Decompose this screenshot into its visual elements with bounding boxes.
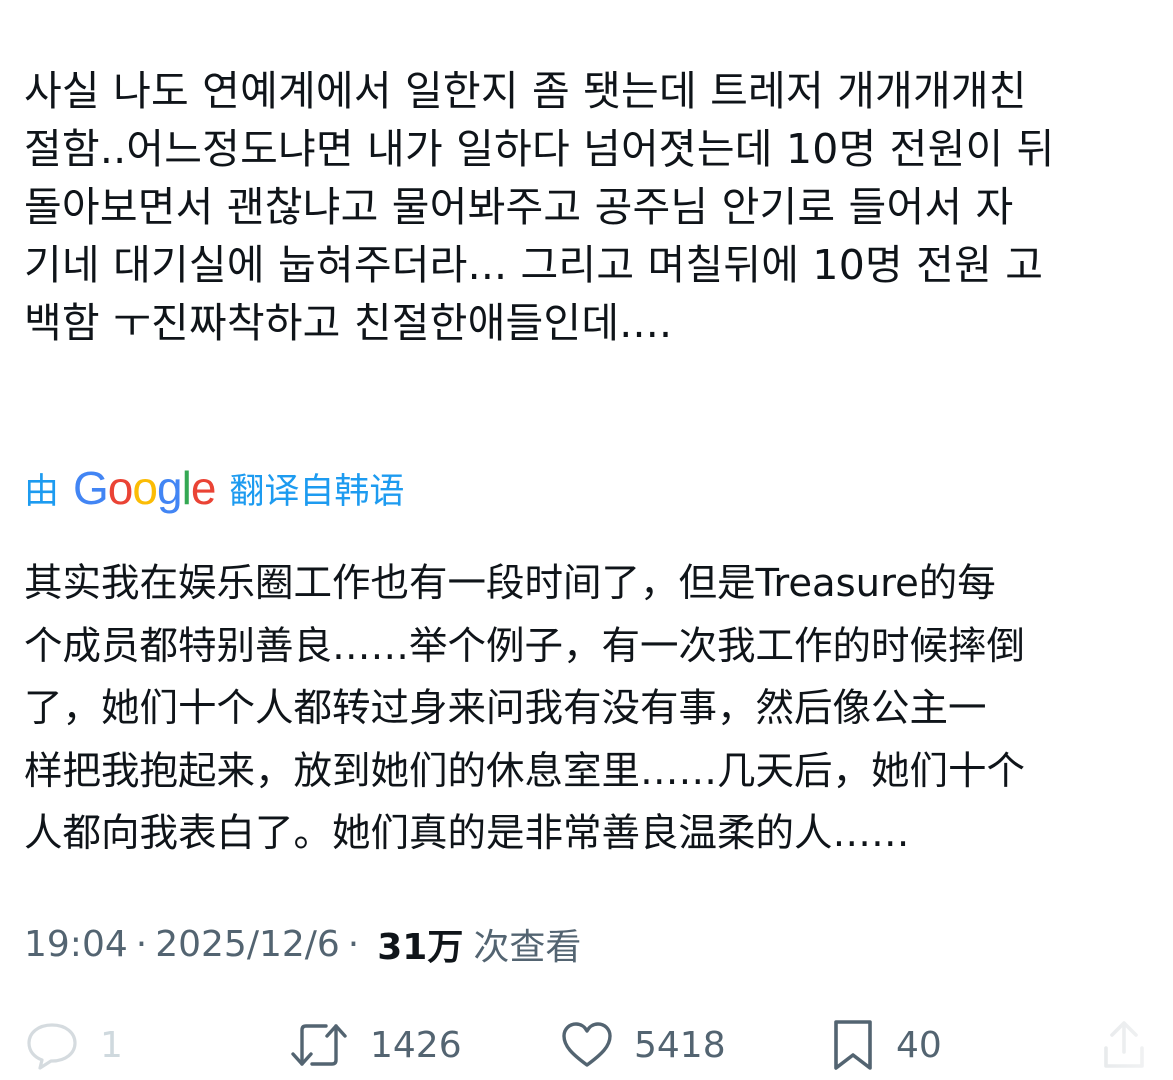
meta-separator: · (135, 923, 148, 965)
retweet-button[interactable]: 1426 (288, 1010, 462, 1080)
tweet-translated-text: 其实我在娱乐圈工作也有一段时间了，但是Treasure的每 个成员都特别善良……… (24, 561, 1026, 856)
meta-separator: · (347, 923, 360, 965)
like-count: 5418 (634, 1024, 726, 1066)
retweet-count: 1426 (370, 1024, 462, 1066)
google-logo-letter: o (132, 462, 158, 514)
views-count: 31万 (377, 927, 464, 968)
google-logo-letter: g (156, 462, 183, 514)
reply-count: 1 (100, 1024, 123, 1066)
reply-button[interactable]: 1 (24, 1010, 123, 1080)
translation-source-label: 翻译自韩语 (229, 471, 405, 512)
google-logo-letter: e (190, 462, 217, 514)
tweet-original-text: 사실 나도 연예계에서 일한지 좀 됏는데 트레저 개개개개친 절함..어느정도… (24, 67, 1055, 347)
views-label: 次查看 (473, 927, 582, 968)
tweet-time[interactable]: 19:04 (24, 924, 128, 965)
google-logo-letter: o (107, 462, 134, 514)
like-button[interactable]: 5418 (560, 1010, 726, 1080)
heart-icon (560, 1020, 614, 1070)
bookmark-button[interactable]: 40 (830, 1010, 942, 1080)
google-logo: Google (73, 461, 217, 515)
action-bar: 1 1426 5418 40 (0, 1010, 1173, 1080)
bookmark-icon (830, 1018, 876, 1072)
translation-attribution[interactable]: 由 Google 翻译自韩语 (24, 458, 404, 518)
translation-prefix: 由 (24, 471, 60, 512)
retweet-icon (288, 1020, 350, 1070)
google-logo-letter: l (181, 462, 192, 514)
reply-bubble-icon (24, 1020, 80, 1070)
bookmark-count: 40 (896, 1024, 942, 1066)
google-logo-letter: G (73, 462, 109, 514)
watermark-overlay (1023, 1010, 1173, 1080)
tweet-date[interactable]: 2025/12/6 (155, 924, 340, 965)
tweet-meta: 19:04 · 2025/12/6 · 31万 次查看 (24, 916, 581, 972)
